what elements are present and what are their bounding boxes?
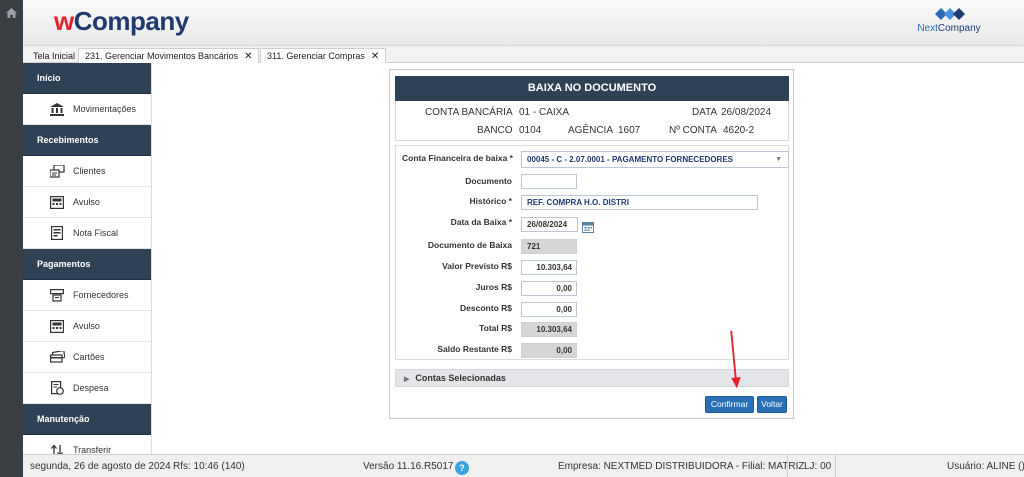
sidebar-item-label: Avulso bbox=[73, 197, 100, 207]
bank-icon bbox=[49, 101, 65, 117]
numero-conta-label: Nº CONTA bbox=[669, 125, 717, 136]
documento-baixa-label: Documento de Baixa bbox=[427, 240, 512, 250]
expense-icon bbox=[49, 380, 65, 396]
sidebar-section-pagamentos[interactable]: Pagamentos bbox=[23, 249, 151, 280]
sidebar-item-label: Transferir bbox=[73, 445, 112, 454]
calendar-icon[interactable] bbox=[582, 221, 594, 233]
data-baixa-input[interactable]: 26/08/2024 bbox=[521, 217, 578, 232]
sidebar-item-label: Movimentações bbox=[73, 104, 137, 114]
sidebar-item-label: Clientes bbox=[73, 166, 106, 176]
home-icon[interactable] bbox=[6, 8, 17, 18]
app-header: wCompany NextCompany bbox=[23, 0, 1024, 46]
panel-title: BAIXA NO DOCUMENTO bbox=[395, 76, 789, 101]
banco-label: BANCO bbox=[477, 125, 513, 136]
confirmar-button[interactable]: Confirmar bbox=[705, 396, 754, 413]
conta-financeira-select[interactable]: 00045 - C - 2.07.0001 - PAGAMENTO FORNEC… bbox=[521, 151, 789, 168]
voltar-button[interactable]: Voltar bbox=[757, 396, 787, 413]
saldo-restante-field: 0,00 bbox=[521, 343, 577, 358]
conta-financeira-label: Conta Financeira de baixa * bbox=[401, 153, 513, 163]
juros-input[interactable]: 0,00 bbox=[521, 281, 577, 296]
historico-label: Histórico * bbox=[469, 196, 512, 206]
total-field: 10.303,64 bbox=[521, 322, 577, 337]
agencia-value: 1607 bbox=[618, 125, 641, 136]
desconto-label: Desconto R$ bbox=[460, 303, 512, 313]
status-rfs: Rfs: 10:46 (140) bbox=[173, 461, 245, 472]
suppliers-icon bbox=[49, 287, 65, 303]
valor-previsto-input[interactable]: 10.303,64 bbox=[521, 260, 577, 275]
sidebar-item-nota-fiscal[interactable]: Nota Fiscal bbox=[23, 218, 151, 249]
sidebar-section-manutencao[interactable]: Manutenção bbox=[23, 404, 151, 435]
data-value: 26/08/2024 bbox=[721, 107, 772, 118]
invoice-icon bbox=[49, 225, 65, 241]
sidebar-item-label: Cartões bbox=[73, 352, 105, 362]
transfer-icon bbox=[49, 442, 65, 454]
juros-label: Juros R$ bbox=[475, 282, 512, 292]
tab-gerenciar-compras[interactable]: 311. Gerenciar Compras ✕ bbox=[260, 48, 387, 63]
close-icon[interactable]: ✕ bbox=[244, 51, 252, 62]
status-date: segunda, 26 de agosto de 2024 bbox=[30, 461, 171, 472]
documento-baixa-field: 721 bbox=[521, 239, 577, 254]
status-version: Versão 11.16.R5017 bbox=[363, 461, 454, 472]
data-label: DATA bbox=[692, 107, 718, 118]
company-logo: wCompany bbox=[54, 6, 189, 36]
close-icon[interactable]: ✕ bbox=[371, 51, 379, 62]
valor-previsto-label: Valor Previsto R$ bbox=[442, 261, 512, 271]
cash-register-icon bbox=[49, 194, 65, 210]
clients-icon bbox=[49, 163, 65, 179]
chevron-down-icon: ▼ bbox=[775, 156, 782, 163]
conta-bancaria-value: 01 - CAIXA bbox=[519, 107, 570, 118]
desconto-input[interactable]: 0,00 bbox=[521, 302, 577, 317]
sidebar-item-label: Despesa bbox=[73, 383, 109, 393]
sidebar-section-recebimentos[interactable]: Recebimentos bbox=[23, 125, 151, 156]
status-lj: LJ: 00 bbox=[804, 461, 832, 472]
nextcompany-logo-icon bbox=[935, 8, 965, 20]
sidebar-item-cartoes[interactable]: Cartões bbox=[23, 342, 151, 373]
help-icon[interactable]: ? bbox=[455, 461, 469, 475]
nextcompany-logo: NextCompany bbox=[914, 6, 984, 40]
sidebar-item-despesa[interactable]: Despesa bbox=[23, 373, 151, 404]
status-empresa: Empresa: NEXTMED DISTRIBUIDORA - Filial:… bbox=[558, 461, 805, 472]
sidebar-item-avulso-pagamentos[interactable]: Avulso bbox=[23, 311, 151, 342]
sidebar-item-fornecedores[interactable]: Fornecedores bbox=[23, 280, 151, 311]
sidebar-item-label: Fornecedores bbox=[73, 290, 129, 300]
historico-input[interactable]: REF. COMPRA H.O. DISTRI bbox=[521, 195, 758, 210]
documento-label: Documento bbox=[465, 176, 512, 186]
data-baixa-label: Data da Baixa * bbox=[450, 217, 512, 227]
numero-conta-value: 4620-2 bbox=[723, 125, 755, 136]
total-label: Total R$ bbox=[479, 323, 512, 333]
status-divider bbox=[787, 455, 788, 477]
saldo-restante-label: Saldo Restante R$ bbox=[437, 344, 512, 354]
cash-register-icon bbox=[49, 318, 65, 334]
tab-movimentos-bancarios[interactable]: 231. Gerenciar Movimentos Bancários ✕ bbox=[78, 48, 260, 63]
tab-tela-inicial[interactable]: Tela Inicial bbox=[26, 48, 82, 63]
tab-bar: Tela Inicial 231. Gerenciar Movimentos B… bbox=[23, 46, 1024, 63]
sidebar-item-clientes[interactable]: Clientes bbox=[23, 156, 151, 187]
sidebar-item-avulso-recebimentos[interactable]: Avulso bbox=[23, 187, 151, 218]
status-bar: segunda, 26 de agosto de 2024 Rfs: 10:46… bbox=[23, 454, 1024, 477]
documento-input[interactable] bbox=[521, 174, 577, 189]
conta-bancaria-label: CONTA BANCÁRIA bbox=[425, 107, 513, 118]
sidebar-item-label: Avulso bbox=[73, 321, 100, 331]
sidebar-item-transferir[interactable]: Transferir bbox=[23, 435, 151, 454]
status-divider bbox=[835, 455, 836, 477]
sidebar-item-movimentacoes[interactable]: Movimentações bbox=[23, 94, 151, 125]
sidebar: Início Movimentações Recebimentos Client… bbox=[23, 63, 152, 454]
annotation-arrow bbox=[730, 330, 741, 389]
chevron-right-icon: ▶ bbox=[404, 376, 410, 383]
cards-icon bbox=[49, 349, 65, 365]
banco-value: 0104 bbox=[519, 125, 542, 136]
left-strip bbox=[0, 0, 23, 477]
account-info: CONTA BANCÁRIA 01 - CAIXA DATA 26/08/202… bbox=[395, 101, 789, 141]
sidebar-item-label: Nota Fiscal bbox=[73, 228, 119, 238]
status-usuario: Usuário: ALINE () bbox=[947, 461, 1024, 472]
agencia-label: AGÊNCIA bbox=[568, 125, 614, 136]
sidebar-section-inicio[interactable]: Início bbox=[23, 63, 151, 94]
